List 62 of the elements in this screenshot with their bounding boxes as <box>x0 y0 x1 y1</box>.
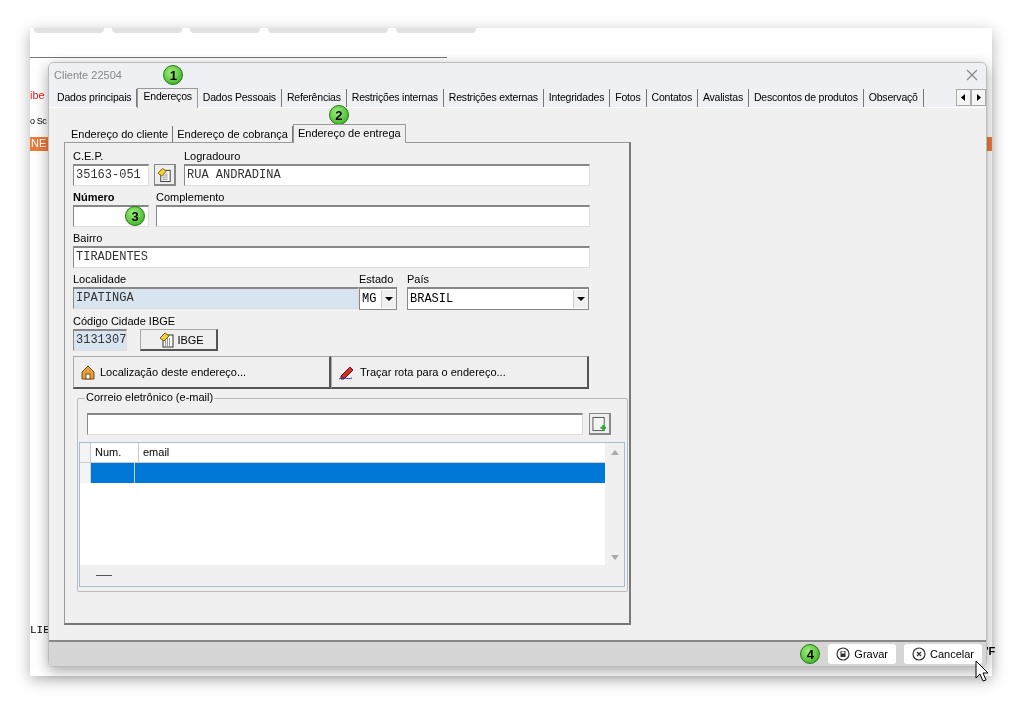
ibge-code-field[interactable]: 3131307 <box>73 329 128 351</box>
add-button[interactable] <box>589 413 611 435</box>
house-icon <box>80 364 96 380</box>
close-icon[interactable] <box>966 69 978 81</box>
notepad-icon <box>157 166 172 183</box>
state-dropdown[interactable]: MG <box>359 287 397 310</box>
location-button[interactable]: Localização deste endereço... <box>73 356 331 389</box>
scroll-left-icon[interactable] <box>956 89 971 106</box>
save-icon <box>836 647 851 661</box>
scroll-down-icon[interactable] <box>610 554 620 562</box>
tab[interactable]: Dados Pessoais <box>197 89 282 107</box>
group-title: Correio eletrônico (e-mail) <box>85 391 215 403</box>
tab[interactable]: Restrições internas <box>346 89 444 107</box>
scroll-right-icon[interactable] <box>971 89 986 106</box>
ibge-button[interactable]: IBGE <box>140 329 218 351</box>
tab[interactable]: Fotos <box>610 89 647 107</box>
field-label: Número <box>73 191 116 205</box>
tab[interactable]: Endereço do cliente <box>67 126 174 142</box>
tab[interactable]: Endereço de entrega <box>292 124 406 143</box>
field-label: Estado <box>359 273 395 287</box>
street-field[interactable]: RUA ANDRADINA <box>184 164 590 186</box>
cancel-button[interactable]: Cancelar <box>903 644 982 664</box>
background-label: 'F <box>986 645 996 657</box>
tab[interactable]: Avalistas <box>697 89 749 107</box>
field-label: País <box>407 273 430 287</box>
step-marker: 2 <box>328 105 349 125</box>
add-icon <box>592 415 607 432</box>
save-button[interactable]: Gravar <box>828 644 896 664</box>
district-field[interactable]: TIRADENTES <box>73 246 590 268</box>
tab[interactable]: Observaçõ <box>863 89 924 107</box>
complement-field[interactable] <box>156 205 590 227</box>
notepad-icon <box>159 331 176 348</box>
tab[interactable]: Endereço de cobrança <box>173 126 293 142</box>
pencil-icon <box>338 364 356 380</box>
route-button[interactable]: Traçar rota para o endereço... <box>331 356 589 389</box>
country-dropdown[interactable]: BRASIL <box>407 287 589 310</box>
cep-field[interactable]: 35163-051 <box>73 164 149 186</box>
background-label: ibe <box>30 89 45 101</box>
field-label: Código Cidade IBGE <box>73 315 177 329</box>
city-field[interactable]: IPATINGA <box>73 287 359 309</box>
tab[interactable]: Restrições externas <box>443 89 544 107</box>
column-header[interactable]: Num. <box>91 443 139 462</box>
field-label: Logradouro <box>184 150 242 164</box>
tab[interactable]: Integridades <box>543 89 611 107</box>
tab[interactable]: Endereços <box>137 88 198 108</box>
field-label: Bairro <box>73 232 104 246</box>
footer-mark <box>96 574 112 576</box>
row-indicator[interactable] <box>80 463 91 483</box>
grid-row[interactable] <box>80 463 605 483</box>
background-label: o Sc <box>30 116 47 126</box>
field-label: Localidade <box>73 273 128 287</box>
scroll-up-icon[interactable] <box>610 448 620 456</box>
step-marker: 4 <box>800 644 821 664</box>
window-title: Cliente 22504 <box>54 69 122 81</box>
column-header[interactable]: email <box>139 443 605 462</box>
field-label: C.E.P. <box>73 150 105 164</box>
tab[interactable]: Contatos <box>646 89 698 107</box>
tab[interactable]: Descontos de produtos <box>748 89 864 107</box>
cancel-icon <box>911 647 926 661</box>
email-field[interactable] <box>87 413 583 435</box>
lookup-button[interactable] <box>154 164 176 186</box>
field-label: Complemento <box>156 191 226 205</box>
